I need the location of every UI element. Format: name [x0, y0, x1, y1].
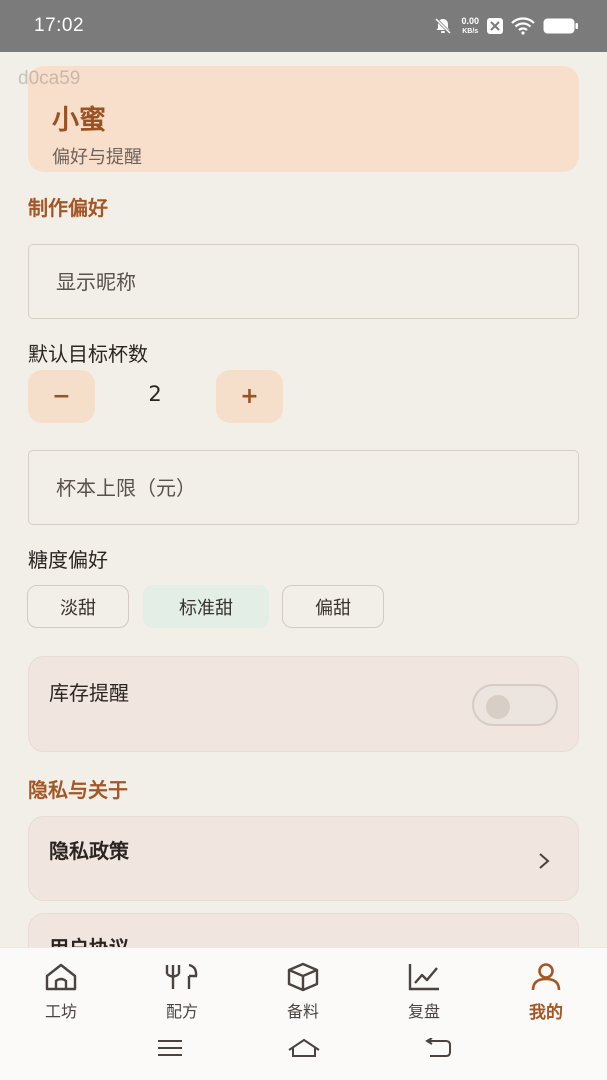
- bell-off-icon: [433, 16, 453, 36]
- cost-limit-field[interactable]: [28, 450, 579, 525]
- nav-item-review[interactable]: 复盘: [384, 962, 464, 1022]
- nav-item-supplies[interactable]: 备料: [263, 962, 343, 1022]
- nav-label-recipes: 配方: [165, 1002, 198, 1021]
- sweetness-chip-light[interactable]: 淡甜: [27, 585, 129, 628]
- inventory-reminder-label: 库存提醒: [49, 681, 129, 705]
- net-speed: 0.00 KB/s: [461, 15, 479, 36]
- close-box-icon: [487, 18, 503, 34]
- user-icon: [531, 963, 561, 991]
- status-time: 17:02: [34, 15, 85, 36]
- sweetness-chip-sweet[interactable]: 偏甜: [282, 585, 384, 628]
- nickname-field[interactable]: [28, 244, 579, 319]
- nickname-input[interactable]: [56, 269, 578, 294]
- home-icon: [45, 963, 77, 991]
- target-cups-value: 2: [148, 382, 162, 406]
- profile-subtitle: 偏好与提醒: [52, 147, 142, 168]
- wifi-icon: [511, 17, 535, 35]
- profile-content: 小蜜 偏好与提醒 制作偏好 默认目标杯数 − 2 + 糖度偏好 淡甜 标准甜 偏…: [0, 52, 607, 947]
- menu-icon[interactable]: [157, 1038, 183, 1062]
- nav-label-workshop: 工坊: [44, 1002, 77, 1021]
- profile-name: 小蜜: [52, 105, 106, 136]
- status-bar: 17:02 0.00 KB/s: [0, 0, 607, 52]
- chart-line-icon: [408, 964, 439, 991]
- system-nav-bar: [0, 1030, 607, 1070]
- battery-icon: [543, 17, 579, 35]
- chevron-right-icon: [538, 851, 550, 876]
- increment-button[interactable]: +: [216, 370, 283, 423]
- nav-item-recipes[interactable]: 配方: [142, 962, 222, 1022]
- nav-item-me[interactable]: 我的: [506, 962, 586, 1023]
- utensils-icon: [165, 963, 198, 989]
- home-nav-icon[interactable]: [287, 1038, 321, 1062]
- nav-item-workshop[interactable]: 工坊: [21, 962, 101, 1022]
- section-title-privacy: 隐私与关于: [28, 778, 128, 802]
- inventory-reminder-card: 库存提醒: [28, 656, 579, 752]
- box-icon: [287, 962, 319, 992]
- privacy-policy-item[interactable]: 隐私政策: [28, 816, 579, 901]
- user-agreement-label: 用户协议: [49, 932, 129, 947]
- decrement-button[interactable]: −: [28, 370, 95, 423]
- privacy-policy-label: 隐私政策: [49, 839, 129, 863]
- inventory-reminder-toggle[interactable]: [472, 684, 558, 726]
- section-title-preferences: 制作偏好: [28, 196, 108, 220]
- back-icon[interactable]: [424, 1037, 452, 1062]
- sweetness-chip-standard[interactable]: 标准甜: [143, 585, 269, 628]
- target-cups-label: 默认目标杯数: [28, 342, 148, 366]
- nav-label-supplies: 备料: [286, 1002, 319, 1021]
- status-icons: 0.00 KB/s: [433, 16, 579, 36]
- cost-limit-input[interactable]: [56, 475, 578, 500]
- nav-label-me: 我的: [529, 1003, 563, 1023]
- user-agreement-item[interactable]: 用户协议: [28, 913, 579, 947]
- watermark: d0ca59: [18, 68, 81, 89]
- profile-header-card: 小蜜 偏好与提醒: [28, 66, 579, 172]
- sweetness-label: 糖度偏好: [28, 548, 108, 572]
- net-speed-value: 0.00: [461, 15, 479, 26]
- nav-label-review: 复盘: [407, 1002, 440, 1021]
- net-speed-unit: KB/s: [462, 27, 479, 35]
- toggle-knob: [486, 695, 510, 719]
